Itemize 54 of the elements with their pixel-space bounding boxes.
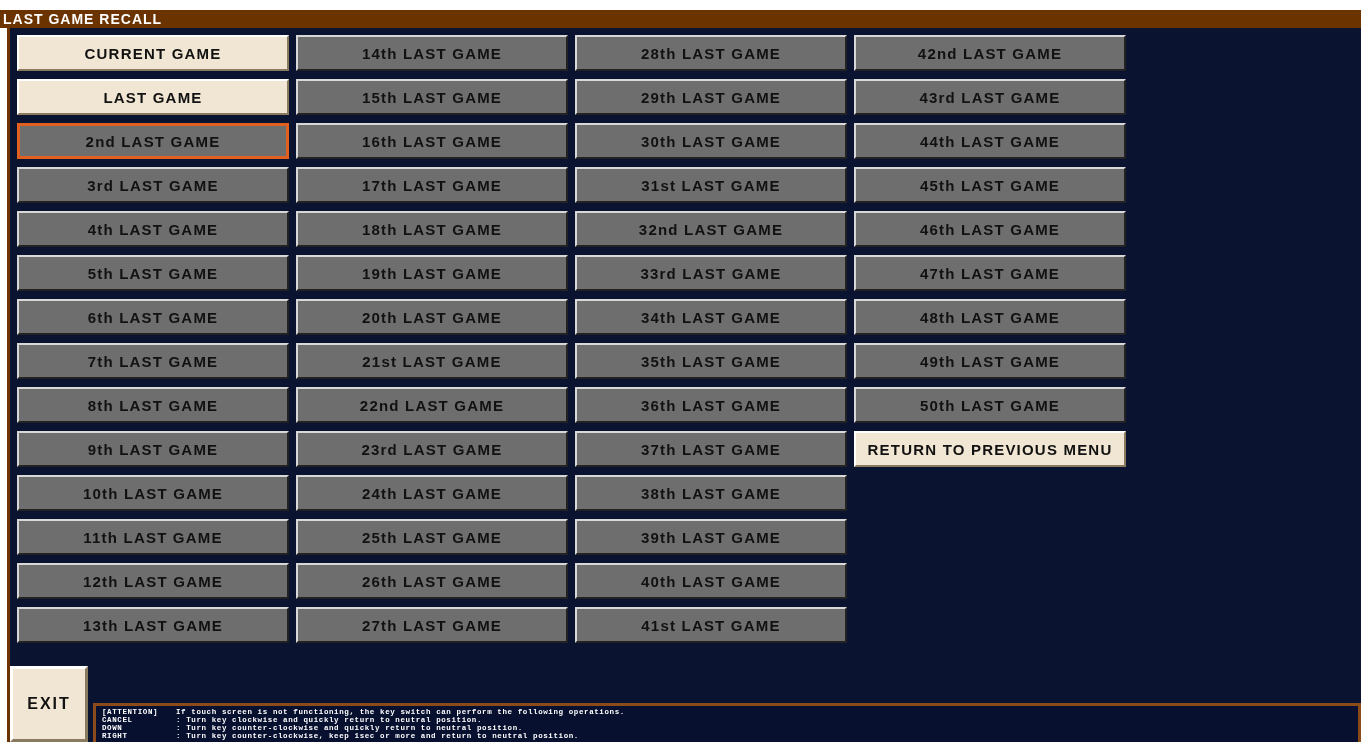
game-button[interactable]: 33rd LAST GAME	[575, 255, 847, 291]
game-button[interactable]: 37th LAST GAME	[575, 431, 847, 467]
game-button[interactable]: 42nd LAST GAME	[854, 35, 1126, 71]
window-title: LAST GAME RECALL	[3, 11, 163, 27]
game-button[interactable]: 38th LAST GAME	[575, 475, 847, 511]
game-button[interactable]: 41st LAST GAME	[575, 607, 847, 643]
game-button[interactable]: 22nd LAST GAME	[296, 387, 568, 423]
game-button[interactable]: 13th LAST GAME	[17, 607, 289, 643]
game-button[interactable]: 44th LAST GAME	[854, 123, 1126, 159]
game-button[interactable]: 17th LAST GAME	[296, 167, 568, 203]
game-button[interactable]: 28th LAST GAME	[575, 35, 847, 71]
game-button[interactable]: 5th LAST GAME	[17, 255, 289, 291]
game-button[interactable]: 25th LAST GAME	[296, 519, 568, 555]
game-button[interactable]: 10th LAST GAME	[17, 475, 289, 511]
game-button[interactable]: 16th LAST GAME	[296, 123, 568, 159]
game-button[interactable]: 45th LAST GAME	[854, 167, 1126, 203]
game-button[interactable]: 6th LAST GAME	[17, 299, 289, 335]
game-button[interactable]: 49th LAST GAME	[854, 343, 1126, 379]
game-button[interactable]: 39th LAST GAME	[575, 519, 847, 555]
game-button[interactable]: 35th LAST GAME	[575, 343, 847, 379]
game-button[interactable]: 11th LAST GAME	[17, 519, 289, 555]
game-button[interactable]: 8th LAST GAME	[17, 387, 289, 423]
game-button[interactable]: 2nd LAST GAME	[17, 123, 289, 159]
game-button[interactable]: 32nd LAST GAME	[575, 211, 847, 247]
game-button[interactable]: 36th LAST GAME	[575, 387, 847, 423]
game-button[interactable]: 15th LAST GAME	[296, 79, 568, 115]
game-button[interactable]: 24th LAST GAME	[296, 475, 568, 511]
game-button[interactable]: LAST GAME	[17, 79, 289, 115]
game-button[interactable]: 18th LAST GAME	[296, 211, 568, 247]
game-button[interactable]: 30th LAST GAME	[575, 123, 847, 159]
game-button[interactable]: 31st LAST GAME	[575, 167, 847, 203]
game-button[interactable]: 3rd LAST GAME	[17, 167, 289, 203]
game-button[interactable]: CURRENT GAME	[17, 35, 289, 71]
exit-button[interactable]: EXIT	[10, 666, 88, 742]
game-button[interactable]: 34th LAST GAME	[575, 299, 847, 335]
game-button[interactable]: 21st LAST GAME	[296, 343, 568, 379]
game-button[interactable]: 19th LAST GAME	[296, 255, 568, 291]
game-button[interactable]: 7th LAST GAME	[17, 343, 289, 379]
game-button[interactable]: 9th LAST GAME	[17, 431, 289, 467]
game-button[interactable]: 46th LAST GAME	[854, 211, 1126, 247]
game-button[interactable]: 23rd LAST GAME	[296, 431, 568, 467]
game-button[interactable]: 4th LAST GAME	[17, 211, 289, 247]
game-button[interactable]: 47th LAST GAME	[854, 255, 1126, 291]
game-button[interactable]: 43rd LAST GAME	[854, 79, 1126, 115]
game-button[interactable]: 12th LAST GAME	[17, 563, 289, 599]
game-button[interactable]: 27th LAST GAME	[296, 607, 568, 643]
game-button[interactable]: RETURN TO PREVIOUS MENU	[854, 431, 1126, 467]
game-button[interactable]: 14th LAST GAME	[296, 35, 568, 71]
game-button[interactable]: 20th LAST GAME	[296, 299, 568, 335]
game-button[interactable]: 26th LAST GAME	[296, 563, 568, 599]
game-button[interactable]: 50th LAST GAME	[854, 387, 1126, 423]
game-button[interactable]: 48th LAST GAME	[854, 299, 1126, 335]
game-button[interactable]: 29th LAST GAME	[575, 79, 847, 115]
game-button[interactable]: 40th LAST GAME	[575, 563, 847, 599]
